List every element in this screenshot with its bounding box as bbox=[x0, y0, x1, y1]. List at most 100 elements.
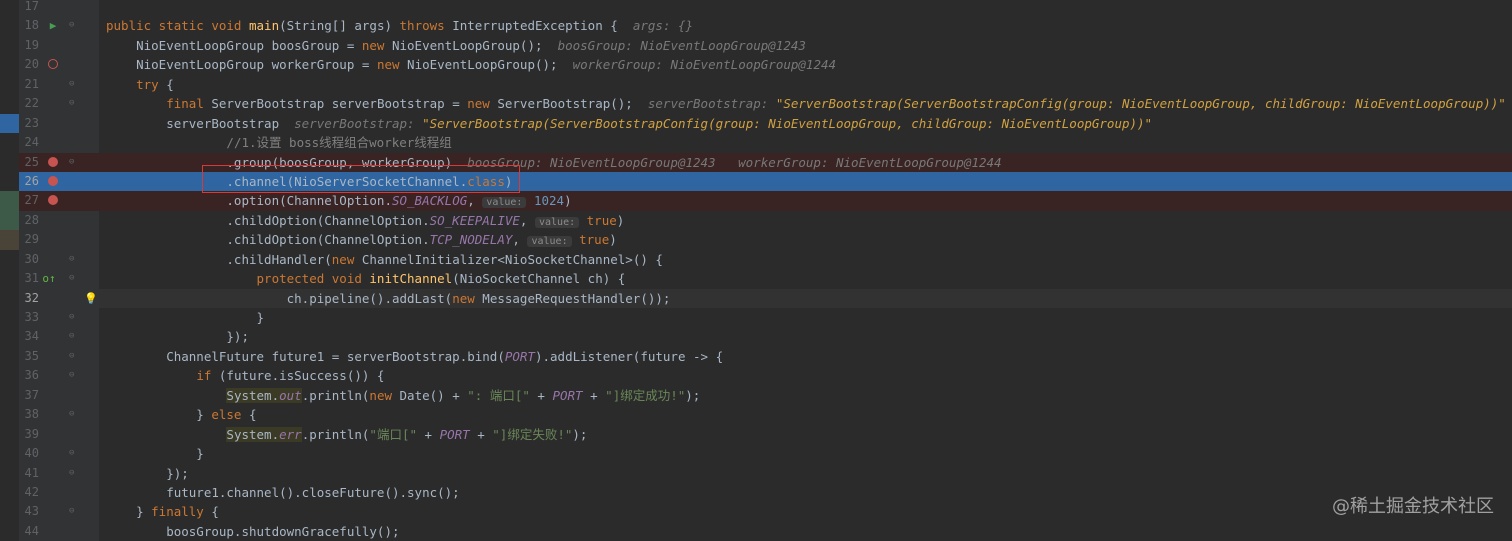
code-line[interactable]: 29 .childOption(ChannelOption.TCP_NODELA… bbox=[0, 230, 1512, 250]
line-number: 35 bbox=[24, 348, 39, 363]
side-strip bbox=[0, 385, 19, 406]
code-line[interactable]: 41 ⊖ }); bbox=[0, 463, 1512, 483]
code-text: } else { bbox=[106, 407, 257, 423]
fold-icon[interactable]: ⊖ bbox=[69, 444, 79, 463]
line-number: 37 bbox=[24, 387, 39, 402]
fold-icon[interactable]: ⊖ bbox=[69, 405, 79, 424]
fold-icon[interactable]: ⊖ bbox=[69, 94, 79, 113]
side-strip bbox=[0, 210, 19, 231]
fold-icon[interactable]: ⊖ bbox=[69, 16, 79, 35]
watermark: @稀土掘金技术社区 bbox=[1332, 496, 1494, 517]
line-number: 39 bbox=[24, 426, 39, 441]
code-text: .option(ChannelOption.SO_BACKLOG, value:… bbox=[106, 193, 572, 209]
fold-icon[interactable]: ⊖ bbox=[69, 308, 79, 327]
code-line[interactable]: 24 //1.设置 boss线程组合worker线程组 bbox=[0, 133, 1512, 153]
code-line[interactable]: 30 ⊖ .childHandler(new ChannelInitializer… bbox=[0, 249, 1512, 270]
side-strip bbox=[0, 482, 19, 503]
side-strip bbox=[0, 308, 19, 328]
code-line[interactable]: 44 boosGroup.shutdownGracefully(); bbox=[0, 521, 1512, 541]
side-strip bbox=[0, 444, 19, 464]
line-number: 43 bbox=[24, 504, 39, 519]
fold-icon[interactable]: ⊖ bbox=[69, 347, 79, 366]
code-line[interactable]: 18 ▶ ⊖ public static void main(String[] arg… bbox=[0, 16, 1512, 36]
line-number: 41 bbox=[24, 465, 39, 480]
side-strip bbox=[0, 405, 19, 425]
line-number: 19 bbox=[24, 37, 39, 52]
breakpoint-icon[interactable] bbox=[46, 153, 60, 172]
code-text: NioEventLoopGroup boosGroup = new NioEve… bbox=[106, 37, 806, 53]
fold-icon[interactable]: ⊖ bbox=[69, 327, 79, 346]
code-line[interactable]: 31 o↑ ⊖ protected void initChannel(NioSock… bbox=[0, 269, 1512, 289]
side-strip bbox=[0, 366, 19, 386]
line-number: 44 bbox=[24, 523, 39, 538]
code-text: .childOption(ChannelOption.SO_KEEPALIVE,… bbox=[106, 212, 625, 228]
breakpoint-icon[interactable] bbox=[46, 172, 60, 191]
disabled-breakpoint-icon[interactable] bbox=[46, 55, 60, 74]
code-line[interactable]: 43 ⊖ } finally { bbox=[0, 502, 1512, 522]
code-text: serverBootstrap serverBootstrap: "Server… bbox=[106, 115, 1153, 131]
code-line[interactable]: 39 System.err.println("端口[" + PORT + "]绑… bbox=[0, 424, 1512, 445]
breakpoint-icon[interactable] bbox=[46, 191, 60, 210]
code-line[interactable]: 21 ⊖ try { bbox=[0, 74, 1512, 95]
code-line[interactable]: 33 ⊖ } bbox=[0, 308, 1512, 328]
code-text: boosGroup.shutdownGracefully(); bbox=[106, 523, 400, 539]
code-text: future1.channel().closeFuture().sync(); bbox=[106, 484, 460, 500]
fold-icon[interactable]: ⊖ bbox=[69, 502, 79, 521]
fold-icon[interactable]: ⊖ bbox=[69, 269, 79, 288]
code-line[interactable]: 19 NioEventLoopGroup boosGroup = new Nio… bbox=[0, 35, 1512, 56]
code-line[interactable]: 32 💡 ch.pipeline().addLast(new MessageReq… bbox=[0, 288, 1512, 308]
fold-icon[interactable]: ⊖ bbox=[69, 366, 79, 385]
side-strip bbox=[0, 35, 19, 56]
intention-bulb-icon[interactable]: 💡 bbox=[84, 289, 98, 308]
code-text: } finally { bbox=[106, 504, 219, 520]
line-number: 40 bbox=[24, 446, 39, 461]
code-text: } bbox=[106, 310, 265, 325]
code-text: } bbox=[106, 446, 204, 462]
line-number: 26 bbox=[24, 173, 39, 188]
line-number: 21 bbox=[24, 76, 39, 91]
side-strip bbox=[0, 502, 19, 522]
code-text: protected void initChannel(NioSocketChan… bbox=[256, 271, 626, 287]
code-line[interactable]: 23 serverBootstrap serverBootstrap: "Ser… bbox=[0, 113, 1512, 134]
fold-icon[interactable]: ⊖ bbox=[69, 250, 79, 269]
side-strip bbox=[0, 113, 19, 134]
code-text: try { bbox=[136, 76, 174, 92]
side-strip bbox=[0, 327, 19, 347]
code-line[interactable]: 40 ⊖ } bbox=[0, 444, 1512, 464]
code-line[interactable]: 17 bbox=[0, 0, 1512, 17]
line-number: 38 bbox=[24, 407, 39, 422]
override-icon[interactable]: o↑ bbox=[42, 269, 56, 288]
side-strip bbox=[0, 230, 19, 250]
code-text: .childHandler(new ChannelInitializer<Nio… bbox=[106, 251, 663, 267]
fold-icon[interactable]: ⊖ bbox=[69, 75, 79, 94]
line-number: 24 bbox=[24, 135, 39, 150]
side-strip bbox=[0, 463, 19, 483]
side-strip bbox=[0, 94, 19, 114]
side-strip bbox=[0, 424, 19, 445]
code-text: NioEventLoopGroup workerGroup = new NioE… bbox=[106, 57, 837, 73]
fold-icon[interactable]: ⊖ bbox=[69, 464, 79, 483]
code-line[interactable]: 38 ⊖ } else { bbox=[0, 405, 1512, 425]
fold-icon[interactable]: ⊖ bbox=[69, 153, 79, 172]
line-number: 27 bbox=[24, 193, 39, 208]
code-text: ChannelFuture future1 = serverBootstrap.… bbox=[106, 348, 724, 364]
code-line[interactable]: 20 NioEventLoopGroup workerGroup = new N… bbox=[0, 55, 1512, 75]
code-editor[interactable]: 17 18 ▶ ⊖ public static void main(String[] a… bbox=[0, 0, 1512, 541]
line-number: 20 bbox=[24, 57, 39, 72]
code-line[interactable]: 34 ⊖ }); bbox=[0, 327, 1512, 347]
code-line[interactable]: 22 ⊖ final ServerBootstrap serverBootstra… bbox=[0, 94, 1512, 114]
side-strip bbox=[0, 133, 19, 153]
code-line[interactable]: 42 future1.channel().closeFuture().sync(… bbox=[0, 482, 1512, 503]
code-text: //1.设置 boss线程组合worker线程组 bbox=[226, 135, 452, 151]
code-text: if (future.isSuccess()) { bbox=[196, 368, 385, 384]
code-text: System.err.println("端口[" + PORT + "]绑定失败… bbox=[226, 426, 588, 442]
code-line[interactable]: 35 ⊖ ChannelFuture future1 = serverBootst… bbox=[0, 346, 1512, 367]
line-number: 22 bbox=[24, 96, 39, 111]
code-line[interactable]: 36 ⊖ if (future.isSuccess()) { bbox=[0, 366, 1512, 386]
run-icon[interactable]: ▶ bbox=[46, 16, 60, 35]
line-number: 30 bbox=[24, 251, 39, 266]
code-line[interactable]: 28 .childOption(ChannelOption.SO_KEEPALI… bbox=[0, 210, 1512, 231]
code-line[interactable]: 37 System.out.println(new Date() + ": 端口… bbox=[0, 385, 1512, 406]
side-strip bbox=[0, 152, 19, 172]
code-line[interactable]: 27 .option(ChannelOption.SO_BACKLOG, val… bbox=[0, 191, 1512, 211]
